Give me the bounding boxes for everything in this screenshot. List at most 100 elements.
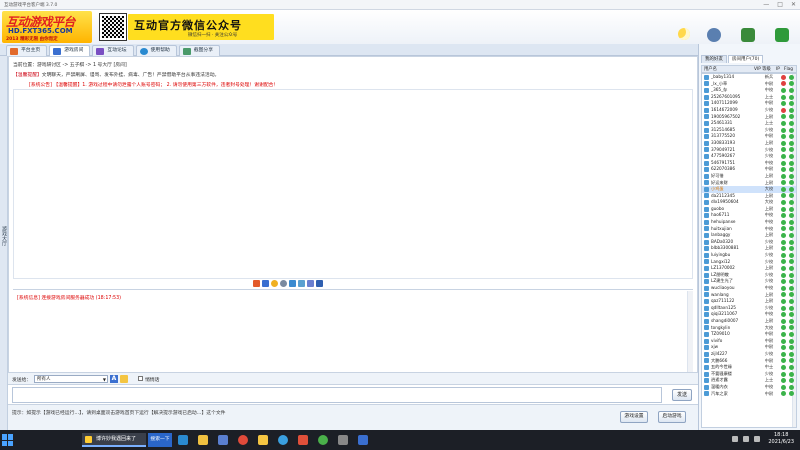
tab-friends[interactable]: 我的好友 (701, 55, 727, 63)
col-ip[interactable]: IP (776, 66, 784, 72)
user-row[interactable]: 大鹏666 中尉 (702, 358, 796, 365)
col-flag[interactable]: Flag (784, 66, 796, 72)
user-row[interactable]: 温暖内衣 中校 (702, 384, 796, 391)
user-row[interactable]: da2112345 上尉 (702, 193, 796, 200)
user-row[interactable]: 好可借 上尉 (702, 173, 796, 180)
chrome-icon[interactable] (238, 435, 248, 445)
user-row[interactable]: 25461331 上士 (702, 120, 796, 127)
user-row[interactable]: _lx_小草 中尉 (702, 81, 796, 88)
folder-icon[interactable] (120, 375, 128, 383)
font-icon[interactable] (262, 280, 269, 287)
user-row[interactable]: Langxi12 少校 (702, 259, 796, 266)
user-row[interactable]: hehuipanxe 中校 (702, 219, 796, 226)
user-row[interactable]: 477590267 少校 (702, 153, 796, 160)
user-row[interactable]: 546791751 中校 (702, 160, 796, 167)
folder-icon[interactable] (198, 435, 208, 445)
music-icon[interactable] (298, 435, 308, 445)
store-icon[interactable] (218, 435, 228, 445)
side-strip[interactable]: 游戏大厅 (0, 56, 8, 430)
start-game-button[interactable]: 启动游戏 (658, 411, 686, 423)
user-row[interactable]: _baby1314 新兵 (702, 74, 796, 81)
minimize-button[interactable]: — (763, 1, 769, 8)
maximize-button[interactable]: □ (777, 1, 783, 8)
tab-room-users[interactable]: 房间用户(70) (728, 55, 764, 63)
pane-divider[interactable] (13, 289, 693, 290)
user-row[interactable]: wanlang 上尉 (702, 292, 796, 299)
user-row[interactable]: 不要骚康楼 少校 (702, 371, 796, 378)
user-row[interactable]: 312514685 少校 (702, 127, 796, 134)
chat-input[interactable] (12, 387, 662, 403)
start-icon[interactable] (2, 434, 14, 446)
wechat-banner[interactable]: 互动官方微信公众号 微信扫一扫 · 关注公众号 (128, 14, 274, 40)
theme-icon[interactable] (678, 28, 690, 40)
user-row[interactable]: vivifo 中尉 (702, 338, 796, 345)
clock[interactable]: 18:18 2021/6/23 (768, 432, 794, 446)
tab-screenshot[interactable]: 截图分享 (178, 45, 221, 56)
user-row[interactable]: hao6711 中校 (702, 212, 796, 219)
user-row[interactable]: lanbaggy 上尉 (702, 232, 796, 239)
smile-icon[interactable] (271, 280, 278, 287)
game-icon[interactable] (258, 435, 268, 445)
tab-forum[interactable]: 互动论坛 (92, 45, 134, 56)
user-row[interactable]: 小鸡蛋 大校 (702, 186, 796, 193)
col-vip[interactable]: VIP 等级 (754, 66, 776, 72)
user-row[interactable]: 好运来财 上尉 (702, 180, 796, 187)
browser-icon[interactable] (318, 435, 328, 445)
mic-icon[interactable] (289, 280, 296, 287)
user-row[interactable]: 1614672009 少校 (702, 107, 796, 114)
mail-icon[interactable] (358, 435, 368, 445)
taskbar-search[interactable]: 搜索一下 (148, 433, 172, 447)
platform-logo[interactable]: 互动游戏平台 HD.FXT365.COM 2013 精彩无限 由你而定 (2, 11, 92, 43)
user-row[interactable]: 1407112099 中尉 (702, 100, 796, 107)
close-button[interactable]: ✕ (791, 1, 796, 8)
user-row[interactable]: zijl4227 少校 (702, 351, 796, 358)
user-row[interactable]: qdlltaxn125 少校 (702, 305, 796, 312)
user-row[interactable]: xjw 中尉 (702, 344, 796, 351)
volume-icon[interactable] (743, 436, 749, 442)
user-row[interactable]: shangdi0007 上尉 (702, 318, 796, 325)
send-button[interactable]: 发送 (672, 389, 692, 401)
shirt-icon[interactable] (316, 280, 323, 287)
game-area[interactable] (13, 89, 693, 279)
user-row[interactable]: qaz711122 上尉 (702, 298, 796, 305)
qq-icon[interactable] (278, 435, 288, 445)
user-icon[interactable] (298, 280, 305, 287)
user-row[interactable]: 313775520 中尉 (702, 133, 796, 140)
font-icon[interactable]: A (110, 375, 118, 383)
user-row[interactable]: LZ建生光了 少校 (702, 278, 796, 285)
user-list[interactable]: _baby1314 新兵 _lx_小草 中尉 _365_存 中校 25267601095 上士… (701, 73, 797, 428)
game-icon[interactable] (307, 280, 314, 287)
send-target-select[interactable]: 所有人 ▼ (34, 375, 108, 383)
gear-icon[interactable] (280, 280, 287, 287)
whisper-checkbox[interactable] (138, 376, 143, 381)
user-row[interactable]: BADa0320 少校 (702, 239, 796, 246)
user-row[interactable]: 330833193 上尉 (702, 140, 796, 147)
settings-icon[interactable] (338, 435, 348, 445)
user-row[interactable]: 25267601095 上士 (702, 94, 796, 101)
user-row[interactable]: huitxujian 中校 (702, 226, 796, 233)
user-row[interactable]: guobo 上尉 (702, 206, 796, 213)
user-row[interactable]: tongkylin 大校 (702, 325, 796, 332)
user-row[interactable]: LZ朋明敬 少校 (702, 272, 796, 279)
col-username[interactable]: 用户名 (702, 66, 754, 72)
user-row[interactable]: blbb3300881 上尉 (702, 245, 796, 252)
user-row[interactable]: 622070386 中尉 (702, 166, 796, 173)
user-row[interactable]: 五的今世缘 中士 (702, 364, 796, 371)
network-icon[interactable] (732, 436, 738, 442)
user-row[interactable]: 汽车之家 中尉 (702, 391, 796, 398)
taskbar-window[interactable]: 博许妙我遇回来了 (82, 433, 146, 447)
user-row[interactable]: 逍遥才露 上士 (702, 377, 796, 384)
user-row[interactable]: luiyingbu 少校 (702, 252, 796, 259)
tab-help[interactable]: 使用帮助 (135, 45, 177, 56)
ime-icon[interactable] (754, 436, 760, 442)
user-row[interactable]: TZ09010 中尉 (702, 331, 796, 338)
user-row[interactable]: 379049721 少校 (702, 147, 796, 154)
tab-game-room[interactable]: 游戏房间 (49, 45, 91, 56)
edge-icon[interactable] (178, 435, 188, 445)
user-row[interactable]: LZ1370002 上尉 (702, 265, 796, 272)
user-row[interactable]: _365_存 中校 (702, 87, 796, 94)
user-row[interactable]: 19005967502 上尉 (702, 114, 796, 121)
game-settings-button[interactable]: 游戏设置 (620, 411, 648, 423)
tab-home[interactable]: 平台主页 (6, 45, 48, 56)
emoji-icon[interactable] (253, 280, 260, 287)
